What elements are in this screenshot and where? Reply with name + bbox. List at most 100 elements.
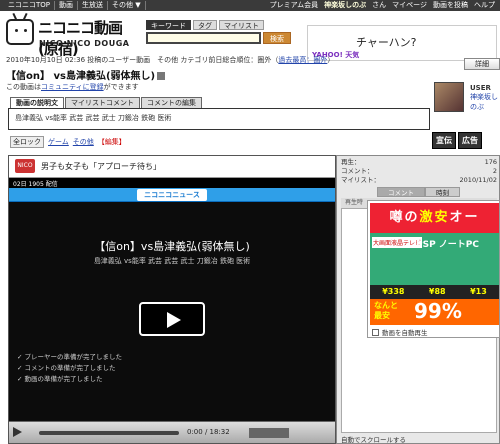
- register-pre: この動画は: [6, 83, 41, 91]
- ad-products: 大画面液晶テレビ PSP ノートPC: [370, 233, 499, 285]
- ad-label-tv: 大画面液晶テレビ: [372, 237, 423, 248]
- link-upload[interactable]: 動画を投稿: [430, 1, 471, 10]
- site-logo[interactable]: ニコニコ動画(原宿) NICO NICO DOUGA: [6, 12, 140, 58]
- play-pause-icon[interactable]: [13, 427, 22, 437]
- strip-text: 02日 1905 配信: [13, 181, 58, 188]
- ad-discount: なんと最安 99%: [370, 299, 499, 325]
- video-meta: 2010年10月10日 02:36 投稿のユーザー動画 その他 カテゴリ前日総合…: [6, 55, 446, 65]
- promote-button[interactable]: 宣伝: [432, 132, 456, 149]
- description-tabs: 動画の説明文 マイリストコメント コメントの編集: [10, 97, 202, 108]
- tab-description[interactable]: 動画の説明文: [10, 97, 64, 108]
- ranking-link[interactable]: 過去最高：圏外: [278, 56, 327, 64]
- tv-logo-icon: [6, 12, 34, 45]
- ad-text: チャーハン?: [356, 36, 417, 49]
- ad-price: ¥338: [382, 287, 405, 296]
- username[interactable]: 神楽坂しのぶ: [321, 1, 369, 10]
- logo-subtitle: NICO NICO DOUGA: [39, 39, 130, 48]
- status-line: ✓ コメントの準備が完了しました: [17, 364, 116, 372]
- time-display: 0:00 / 18:32: [187, 428, 230, 436]
- nav-live[interactable]: 生放送: [78, 1, 109, 10]
- video-stats: 再生： 176 コメント： 2 マイリスト： 2010/11/02: [341, 158, 497, 185]
- autoplay-checkbox[interactable]: [372, 328, 379, 336]
- player-controls: 0:00 / 18:32: [9, 421, 335, 443]
- lock-all-button[interactable]: 全ロック: [10, 136, 44, 148]
- search-tab-mylist[interactable]: マイリスト: [219, 20, 264, 30]
- link-mypage[interactable]: マイページ: [389, 1, 430, 10]
- seek-bar[interactable]: [39, 431, 179, 435]
- nico-badge-icon: NICO: [15, 159, 35, 173]
- community-register-link[interactable]: コミュニティに登録: [41, 83, 104, 91]
- premium-label: プレミアム会員: [269, 1, 319, 9]
- status-line: ✓ 動画の準備が完了しました: [17, 375, 103, 383]
- news-bar[interactable]: ニコニコニュース: [9, 188, 335, 202]
- ad-price: ¥88: [428, 287, 446, 296]
- search-input[interactable]: [146, 32, 261, 44]
- video-title-text: 【信on】 vs島津義弘(弱体無し): [6, 71, 156, 82]
- promo-buttons: 宣伝 広告: [432, 132, 482, 149]
- side-ad[interactable]: 噂の激安オー 大画面液晶テレビ PSP ノートPC ¥338 ¥88 ¥13 な…: [367, 200, 500, 338]
- uploader-box: USER 神楽坂しのぶ: [430, 76, 500, 116]
- nico-news-logo: ニコニコニュース: [137, 189, 207, 201]
- volume-slider[interactable]: [249, 428, 289, 438]
- description-box: 島津義弘 vs能率 武芸 武芸 武士 刀鍛冶 鉄砲 医術: [8, 108, 430, 130]
- uploader-name[interactable]: 神楽坂しのぶ: [470, 92, 500, 112]
- meta-end: ）: [327, 56, 335, 64]
- stat-value: 176: [484, 158, 497, 166]
- tag-item[interactable]: ゲーム: [48, 137, 69, 147]
- nav-other[interactable]: その他 ▼: [108, 1, 146, 10]
- stat-label: 再生：: [341, 158, 361, 166]
- meta-text: 2010年10月10日 02:36 投稿のユーザー動画 その他 カテゴリ前日総合…: [6, 56, 279, 64]
- screen-tags: 島津義弘 vs能率 武芸 武芸 武士 刀鍛冶 鉄砲 医術: [93, 257, 251, 265]
- stat-label: マイリスト：: [341, 176, 380, 184]
- search-tab-keyword[interactable]: キーワード: [146, 20, 191, 30]
- top-navigation-bar: ニコニコTOP 動画 生放送 その他 ▼ プレミアム会員 神楽坂しのぶ さん マ…: [0, 0, 500, 11]
- autoplay-label: 動画を自動再生: [382, 329, 428, 337]
- autoplay-option[interactable]: 動画を自動再生: [372, 327, 428, 337]
- player-notice[interactable]: NICO 男子も女子も「アプローチ待ち」: [9, 156, 335, 178]
- play-icon: [167, 312, 181, 328]
- autoscroll-toggle[interactable]: 自動でスクロールする: [341, 434, 406, 444]
- notice-text: 男子も女子も「アプローチ待ち」: [41, 162, 161, 171]
- comment-tabs: コメント 時刻: [377, 187, 460, 197]
- site-header: ニコニコ動画(原宿) NICO NICO DOUGA キーワード タグ マイリス…: [0, 11, 500, 61]
- account-nav: プレミアム会員 神楽坂しのぶ さん マイページ 動画を投稿 ヘルプ: [267, 1, 498, 10]
- community-register: この動画はコミュニティに登録ができます: [6, 82, 139, 92]
- player-strip: 02日 1905 配信: [9, 178, 335, 188]
- logo-title: ニコニコ動画(原宿): [38, 19, 123, 58]
- search-tabs: キーワード タグ マイリスト: [146, 20, 296, 30]
- tab-mylist-comment[interactable]: マイリストコメント: [65, 97, 140, 108]
- search-button[interactable]: 検索: [263, 32, 291, 44]
- tab-time[interactable]: 時刻: [425, 187, 460, 197]
- video-title: 【信on】 vs島津義弘(弱体無し): [6, 67, 166, 82]
- tab-comment-edit[interactable]: コメントの編集: [141, 97, 202, 108]
- nav-nicotop[interactable]: ニコニコTOP: [4, 1, 56, 10]
- global-nav: ニコニコTOP 動画 生放送 その他 ▼: [4, 1, 146, 10]
- player-status: ✓ プレーヤーの準備が完了しました ✓ コメントの準備が完了しました ✓ 動画の…: [17, 352, 122, 385]
- ad-label-psp: PSP ノートPC: [416, 240, 480, 250]
- search-area: キーワード タグ マイリスト 検索: [146, 20, 296, 50]
- tab-comment[interactable]: コメント: [377, 187, 425, 197]
- link-help[interactable]: ヘルプ: [471, 1, 498, 10]
- honorific: さん: [372, 1, 387, 9]
- search-tab-tag[interactable]: タグ: [193, 20, 217, 30]
- stat-value: 2: [492, 167, 497, 175]
- stat-date: 2010/11/02: [459, 176, 497, 184]
- ad-prices: ¥338 ¥88 ¥13: [370, 285, 499, 299]
- ad-headline: 噂の激安オー: [370, 203, 499, 233]
- tag-edit-link[interactable]: 【編集】: [98, 137, 126, 147]
- detail-button[interactable]: 詳細: [464, 58, 500, 70]
- ad-headline-2: 激安: [419, 210, 450, 225]
- user-label: USER: [470, 84, 491, 92]
- ad-headline-1: 噂の: [389, 210, 420, 225]
- video-screen[interactable]: 【信on】vs島津義弘(弱体無し) 島津義弘 vs能率 武芸 武芸 武士 刀鍛冶…: [9, 202, 335, 421]
- ad-price: ¥13: [470, 287, 487, 296]
- status-line: ✓ プレーヤーの準備が完了しました: [17, 353, 123, 361]
- video-player: NICO 男子も女子も「アプローチ待ち」 02日 1905 配信 ニコニコニュー…: [8, 155, 336, 444]
- play-button[interactable]: [139, 302, 205, 336]
- advertise-button[interactable]: 広告: [458, 132, 482, 149]
- tag-item[interactable]: その他: [73, 137, 94, 147]
- nav-douga[interactable]: 動画: [55, 1, 79, 10]
- ad-percent: 99%: [414, 299, 462, 323]
- ad-headline-3: オー: [449, 210, 480, 225]
- avatar[interactable]: [434, 82, 464, 112]
